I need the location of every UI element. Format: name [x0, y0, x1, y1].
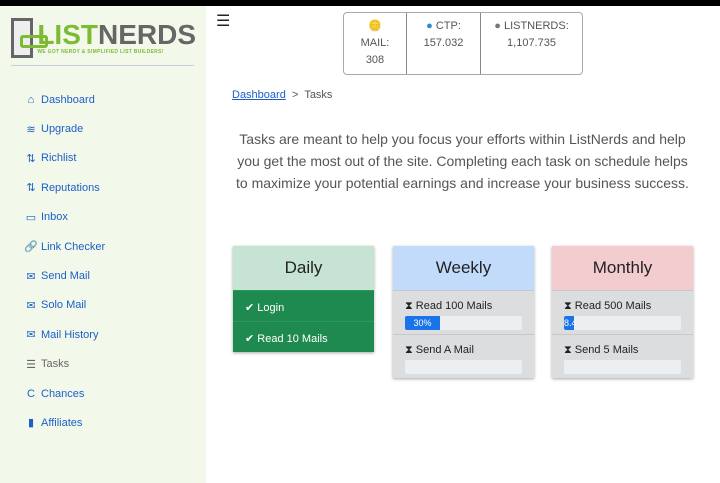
envelope-open-icon: ✉	[26, 299, 36, 312]
sidebar-item-label: Chances	[41, 387, 85, 400]
tasks-icon: ☰	[26, 358, 36, 371]
sidebar-item-label: Dashboard	[41, 93, 95, 106]
sidebar: LISTNERDS WE GOT NERDY & SIMPLIFIED LIST…	[0, 6, 206, 483]
sidebar-item-solo-mail[interactable]: ✉ Solo Mail	[24, 291, 105, 320]
sidebar-item-label: Mail History	[41, 328, 99, 341]
hourglass-icon: ⧗	[405, 344, 413, 356]
signal-icon: ▮	[27, 417, 35, 430]
stat-ctp: ● CTP: 157.032	[407, 13, 481, 74]
hourglass-icon: ⧗	[564, 300, 572, 312]
sidebar-item-label: Solo Mail	[41, 299, 87, 312]
divider	[11, 65, 194, 66]
task-item: ⧗ Send A Mail	[393, 334, 534, 378]
breadcrumb-current: Tasks	[304, 89, 333, 101]
history-icon: ✉	[26, 329, 36, 342]
weekly-card: Weekly ⧗ Read 100 Mails 30% ⧗ Send A Mai…	[393, 246, 534, 378]
sidebar-item-richlist[interactable]: ⇅ Richlist	[24, 144, 105, 173]
progress-bar: 8.4%	[564, 316, 681, 330]
check-icon: ✔	[245, 333, 255, 345]
link-icon: 🔗	[24, 241, 38, 254]
progress-fill: 8.4%	[564, 316, 574, 330]
c-icon: C	[27, 387, 35, 400]
sidebar-item-label: Richlist	[41, 152, 77, 165]
sidebar-item-link-checker[interactable]: 🔗 Link Checker	[24, 232, 105, 261]
breadcrumb-dashboard-link[interactable]: Dashboard	[232, 89, 286, 101]
menu-toggle-icon[interactable]: ☰	[216, 11, 230, 31]
sidebar-item-affiliates[interactable]: ▮ Affiliates	[24, 408, 105, 437]
ctp-icon: ●	[426, 20, 433, 32]
monthly-card-title: Monthly	[552, 246, 693, 290]
progress-bar	[405, 360, 522, 374]
weekly-card-title: Weekly	[393, 246, 534, 290]
sidebar-item-chances[interactable]: C Chances	[24, 379, 105, 408]
stats-panel: 🪙 MAIL: 308 ● CTP: 157.032 ● LISTNERDS: …	[343, 12, 583, 75]
coins-icon: 🪙	[368, 20, 382, 32]
inbox-icon: ▭	[25, 211, 37, 224]
sort-icon: ⇅	[26, 182, 36, 195]
task-item: ⧗ Read 500 Mails 8.4%	[552, 290, 693, 334]
sidebar-item-label: Link Checker	[41, 240, 106, 253]
sidebar-item-label: Upgrade	[41, 123, 84, 136]
stat-mail: 🪙 MAIL: 308	[344, 13, 407, 74]
layers-icon: ≋	[26, 123, 36, 136]
nerd-logo-icon	[11, 18, 49, 58]
task-item: ⧗ Send 5 Mails	[552, 334, 693, 378]
hourglass-icon: ⧗	[405, 300, 413, 312]
sidebar-nav: ⌂ Dashboard ≋ Upgrade ⇅ Richlist ⇅ Reputations ▭…	[24, 85, 105, 438]
stat-listnerds: ● LISTNERDS: 1,107.735	[494, 20, 569, 49]
sidebar-item-inbox[interactable]: ▭ Inbox	[24, 203, 105, 232]
sidebar-item-upgrade[interactable]: ≋ Upgrade	[24, 114, 105, 143]
sidebar-item-label: Reputations	[41, 181, 100, 194]
task-item: ✔ Login	[233, 290, 374, 321]
sidebar-item-reputations[interactable]: ⇅ Reputations	[24, 173, 105, 202]
hourglass-icon: ⧗	[564, 344, 572, 356]
sidebar-item-mail-history[interactable]: ✉ Mail History	[24, 320, 105, 349]
progress-bar	[564, 360, 681, 374]
task-item: ⧗ Read 100 Mails 30%	[393, 290, 534, 334]
progress-bar: 30%	[405, 316, 522, 330]
nerd-icon: ●	[494, 20, 501, 32]
sidebar-item-label: Send Mail	[41, 270, 90, 283]
progress-fill: 30%	[405, 316, 441, 330]
home-icon: ⌂	[27, 93, 35, 106]
tasks-intro: Tasks are meant to help you focus your e…	[236, 131, 689, 191]
daily-card-title: Daily	[233, 246, 374, 290]
sidebar-item-tasks[interactable]: ☰ Tasks	[24, 350, 105, 379]
listnerds-logo[interactable]: LISTNERDS WE GOT NERDY & SIMPLIFIED LIST…	[11, 16, 196, 60]
check-icon: ✔	[245, 302, 255, 314]
breadcrumb: Dashboard > Tasks	[232, 89, 333, 101]
task-item: ✔ Read 10 Mails	[233, 321, 374, 352]
sidebar-item-label: Tasks	[41, 358, 70, 371]
envelope-icon: ✉	[26, 270, 36, 283]
sidebar-item-label: Inbox	[41, 211, 68, 224]
sort-icon: ⇅	[26, 152, 36, 165]
sidebar-item-label: Affiliates	[41, 416, 83, 429]
daily-card: Daily ✔ Login ✔ Read 10 Mails	[233, 246, 374, 352]
monthly-card: Monthly ⧗ Read 500 Mails 8.4% ⧗ Send 5 M…	[552, 246, 693, 378]
sidebar-item-send-mail[interactable]: ✉ Send Mail	[24, 261, 105, 290]
sidebar-item-dashboard[interactable]: ⌂ Dashboard	[24, 85, 105, 114]
